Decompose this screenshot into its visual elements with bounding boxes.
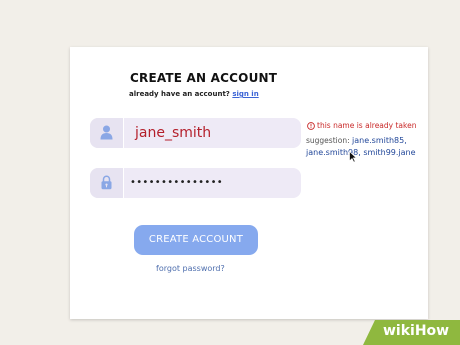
mouse-pointer-icon <box>349 151 357 163</box>
signup-card: CREATE AN ACCOUNT already have an accoun… <box>70 47 428 319</box>
lock-icon <box>101 175 112 190</box>
signin-prompt: already have an account? sign in <box>129 90 259 98</box>
create-account-button[interactable]: CREATE ACCOUNT <box>134 225 258 255</box>
password-icon-cell <box>90 168 124 198</box>
page-title: CREATE AN ACCOUNT <box>130 71 278 85</box>
watermark-text: wikiHow <box>383 323 450 339</box>
error-text: this name is already taken <box>317 121 417 130</box>
password-input[interactable]: ••••••••••••••• <box>130 168 223 198</box>
alert-circle-icon <box>307 122 315 130</box>
password-field[interactable]: ••••••••••••••• <box>90 168 301 198</box>
username-icon-cell <box>90 118 124 148</box>
signin-prompt-text: already have an account? <box>129 90 230 98</box>
username-suggestions: suggestion: jane.smith85, jane.smith98, … <box>306 135 416 159</box>
suggestion-names-2[interactable]: jane.smith98, smith99.jane <box>306 147 416 159</box>
suggestion-line-1: suggestion: jane.smith85, <box>306 135 416 147</box>
forgot-password-link[interactable]: forgot password? <box>156 264 225 273</box>
suggestion-names-1[interactable]: jane.smith85, <box>352 136 407 145</box>
user-icon <box>100 125 113 140</box>
username-error: this name is already taken <box>307 121 416 130</box>
username-input[interactable]: jane_smith <box>135 118 211 148</box>
wikihow-watermark: wikiHow <box>363 320 460 345</box>
signin-link[interactable]: sign in <box>232 90 258 98</box>
suggestion-label: suggestion: <box>306 136 350 145</box>
username-field[interactable]: jane_smith <box>90 118 301 148</box>
